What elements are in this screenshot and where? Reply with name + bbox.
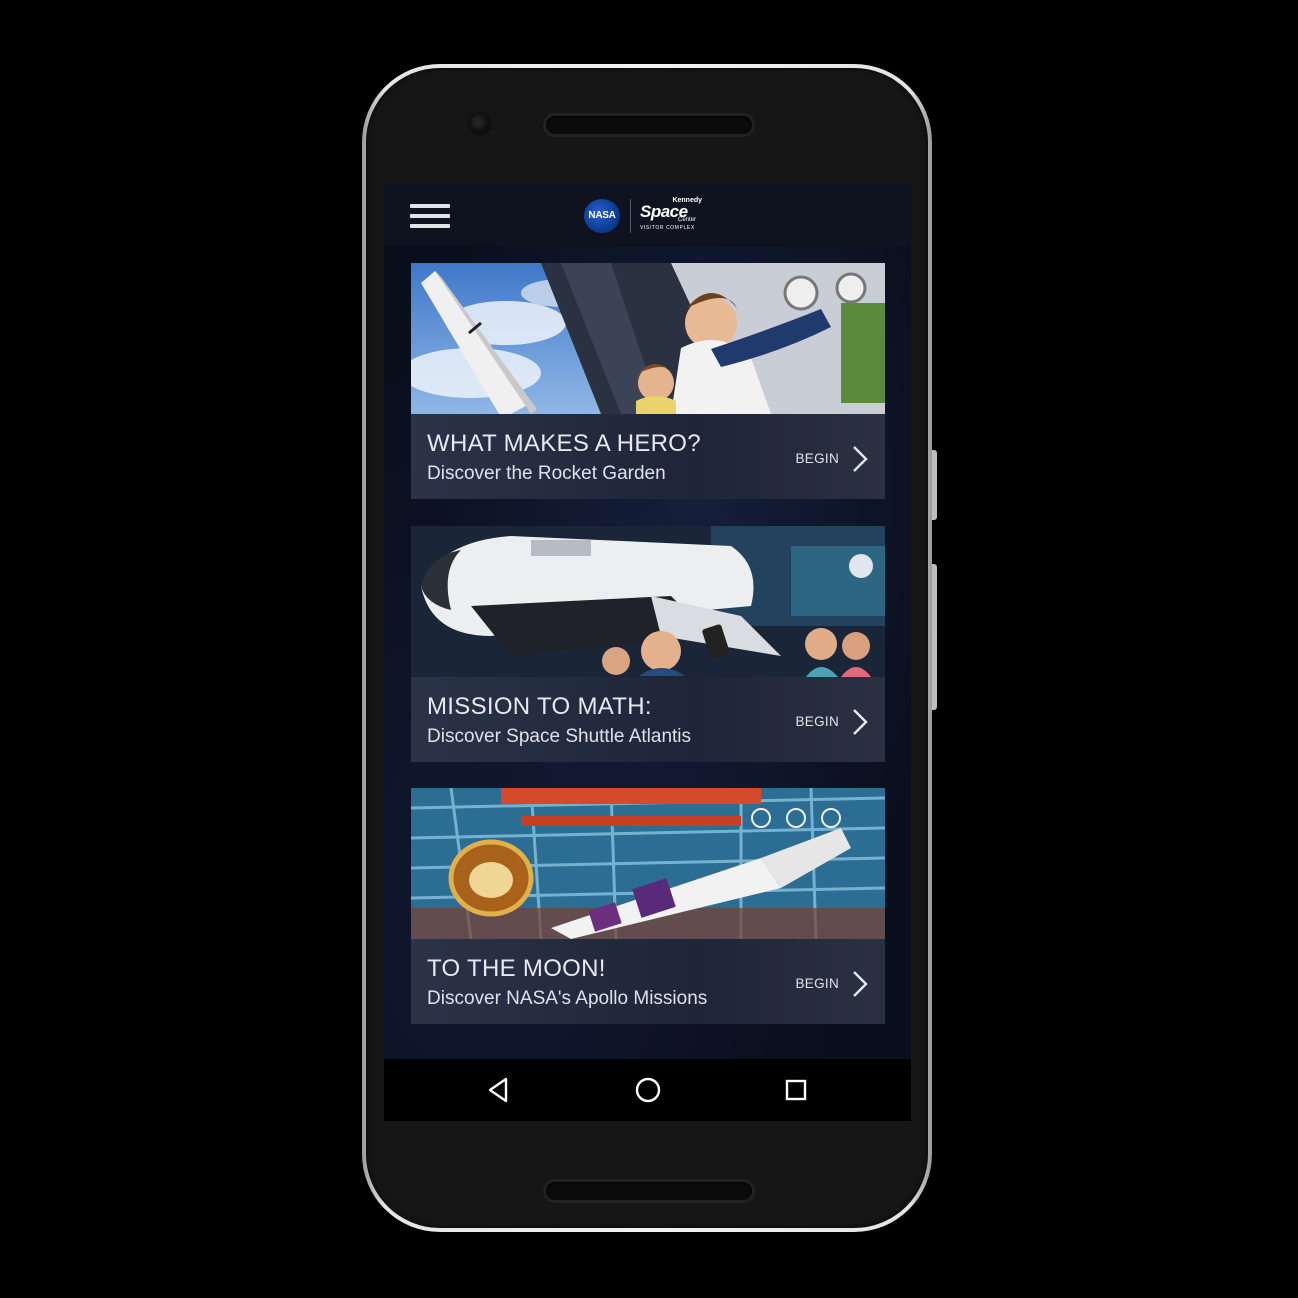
begin-button[interactable]: BEGIN [795, 451, 839, 466]
rocket-garden-image [411, 263, 885, 414]
home-circle-icon[interactable] [633, 1075, 663, 1105]
ksc-logo: Kennedy Space Center VISITOR COMPLEX [640, 197, 702, 231]
chevron-right-icon[interactable] [849, 708, 871, 736]
apollo-missions-image [411, 788, 885, 939]
card-footer: MISSION TO MATH: Discover Space Shuttle … [411, 677, 885, 762]
card-shuttle-atlantis[interactable]: MISSION TO MATH: Discover Space Shuttle … [411, 526, 885, 762]
begin-button[interactable]: BEGIN [795, 714, 839, 729]
card-subtitle: Discover the Rocket Garden [427, 463, 666, 484]
shuttle-atlantis-image [411, 526, 885, 677]
card-rocket-garden[interactable]: WHAT MAKES A HERO? Discover the Rocket G… [411, 263, 885, 499]
recents-square-icon[interactable] [781, 1075, 811, 1105]
android-nav-bar [384, 1059, 911, 1121]
top-speaker [546, 116, 752, 134]
chevron-right-icon[interactable] [849, 445, 871, 473]
card-footer: WHAT MAKES A HERO? Discover the Rocket G… [411, 414, 885, 499]
logo-divider [630, 199, 631, 233]
app-header: NASA Kennedy Space Center VISITOR COMPLE… [384, 184, 911, 247]
bottom-speaker [546, 1182, 752, 1200]
back-triangle-icon[interactable] [484, 1075, 514, 1105]
card-title: TO THE MOON! [427, 955, 606, 982]
ksc-visitor-text: VISITOR COMPLEX [640, 225, 695, 231]
volume-button [932, 450, 937, 520]
app-logo: NASA Kennedy Space Center VISITOR COMPLE… [584, 196, 714, 236]
card-subtitle: Discover NASA's Apollo Missions [427, 988, 708, 1009]
power-button [932, 564, 937, 710]
hamburger-menu-icon[interactable] [410, 202, 450, 230]
card-subtitle: Discover Space Shuttle Atlantis [427, 726, 692, 747]
card-list: WHAT MAKES A HERO? Discover the Rocket G… [384, 246, 911, 1059]
card-footer: TO THE MOON! Discover NASA's Apollo Miss… [411, 939, 885, 1024]
card-title: MISSION TO MATH: [427, 693, 652, 720]
front-camera [470, 114, 490, 134]
begin-button[interactable]: BEGIN [795, 976, 839, 991]
card-apollo-missions[interactable]: TO THE MOON! Discover NASA's Apollo Miss… [411, 788, 885, 1024]
app-screen: NASA Kennedy Space Center VISITOR COMPLE… [384, 184, 911, 1121]
nasa-logo: NASA [584, 199, 620, 233]
card-title: WHAT MAKES A HERO? [427, 430, 701, 457]
chevron-right-icon[interactable] [849, 970, 871, 998]
